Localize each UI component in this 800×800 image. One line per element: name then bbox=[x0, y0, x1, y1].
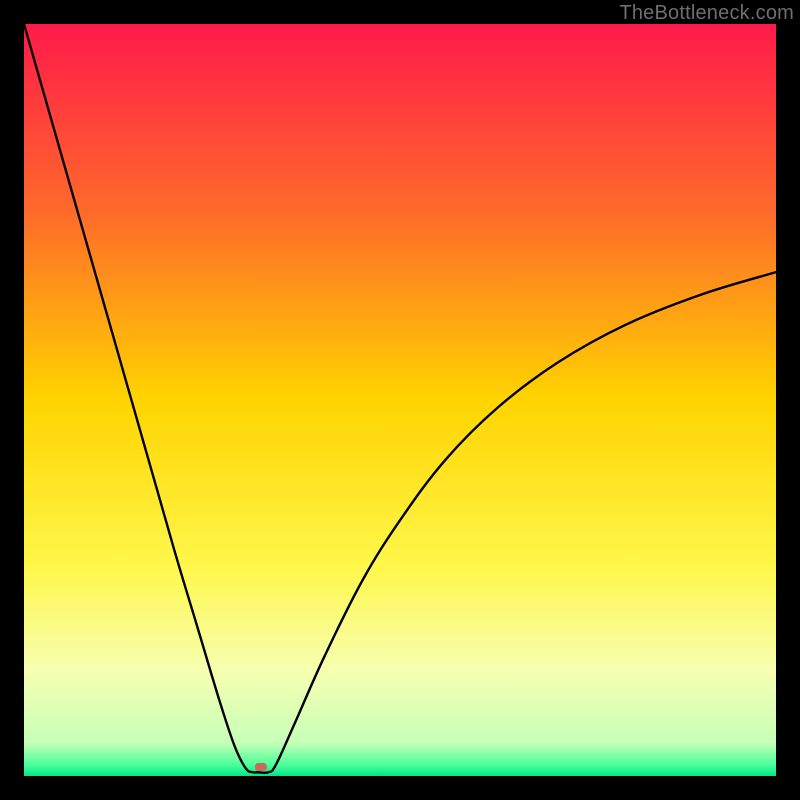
watermark-text: TheBottleneck.com bbox=[619, 2, 794, 25]
chart-svg bbox=[24, 24, 776, 776]
gradient-background bbox=[24, 24, 776, 776]
optimum-marker bbox=[255, 763, 267, 771]
chart-frame: TheBottleneck.com bbox=[0, 0, 800, 800]
plot-area bbox=[24, 24, 776, 776]
